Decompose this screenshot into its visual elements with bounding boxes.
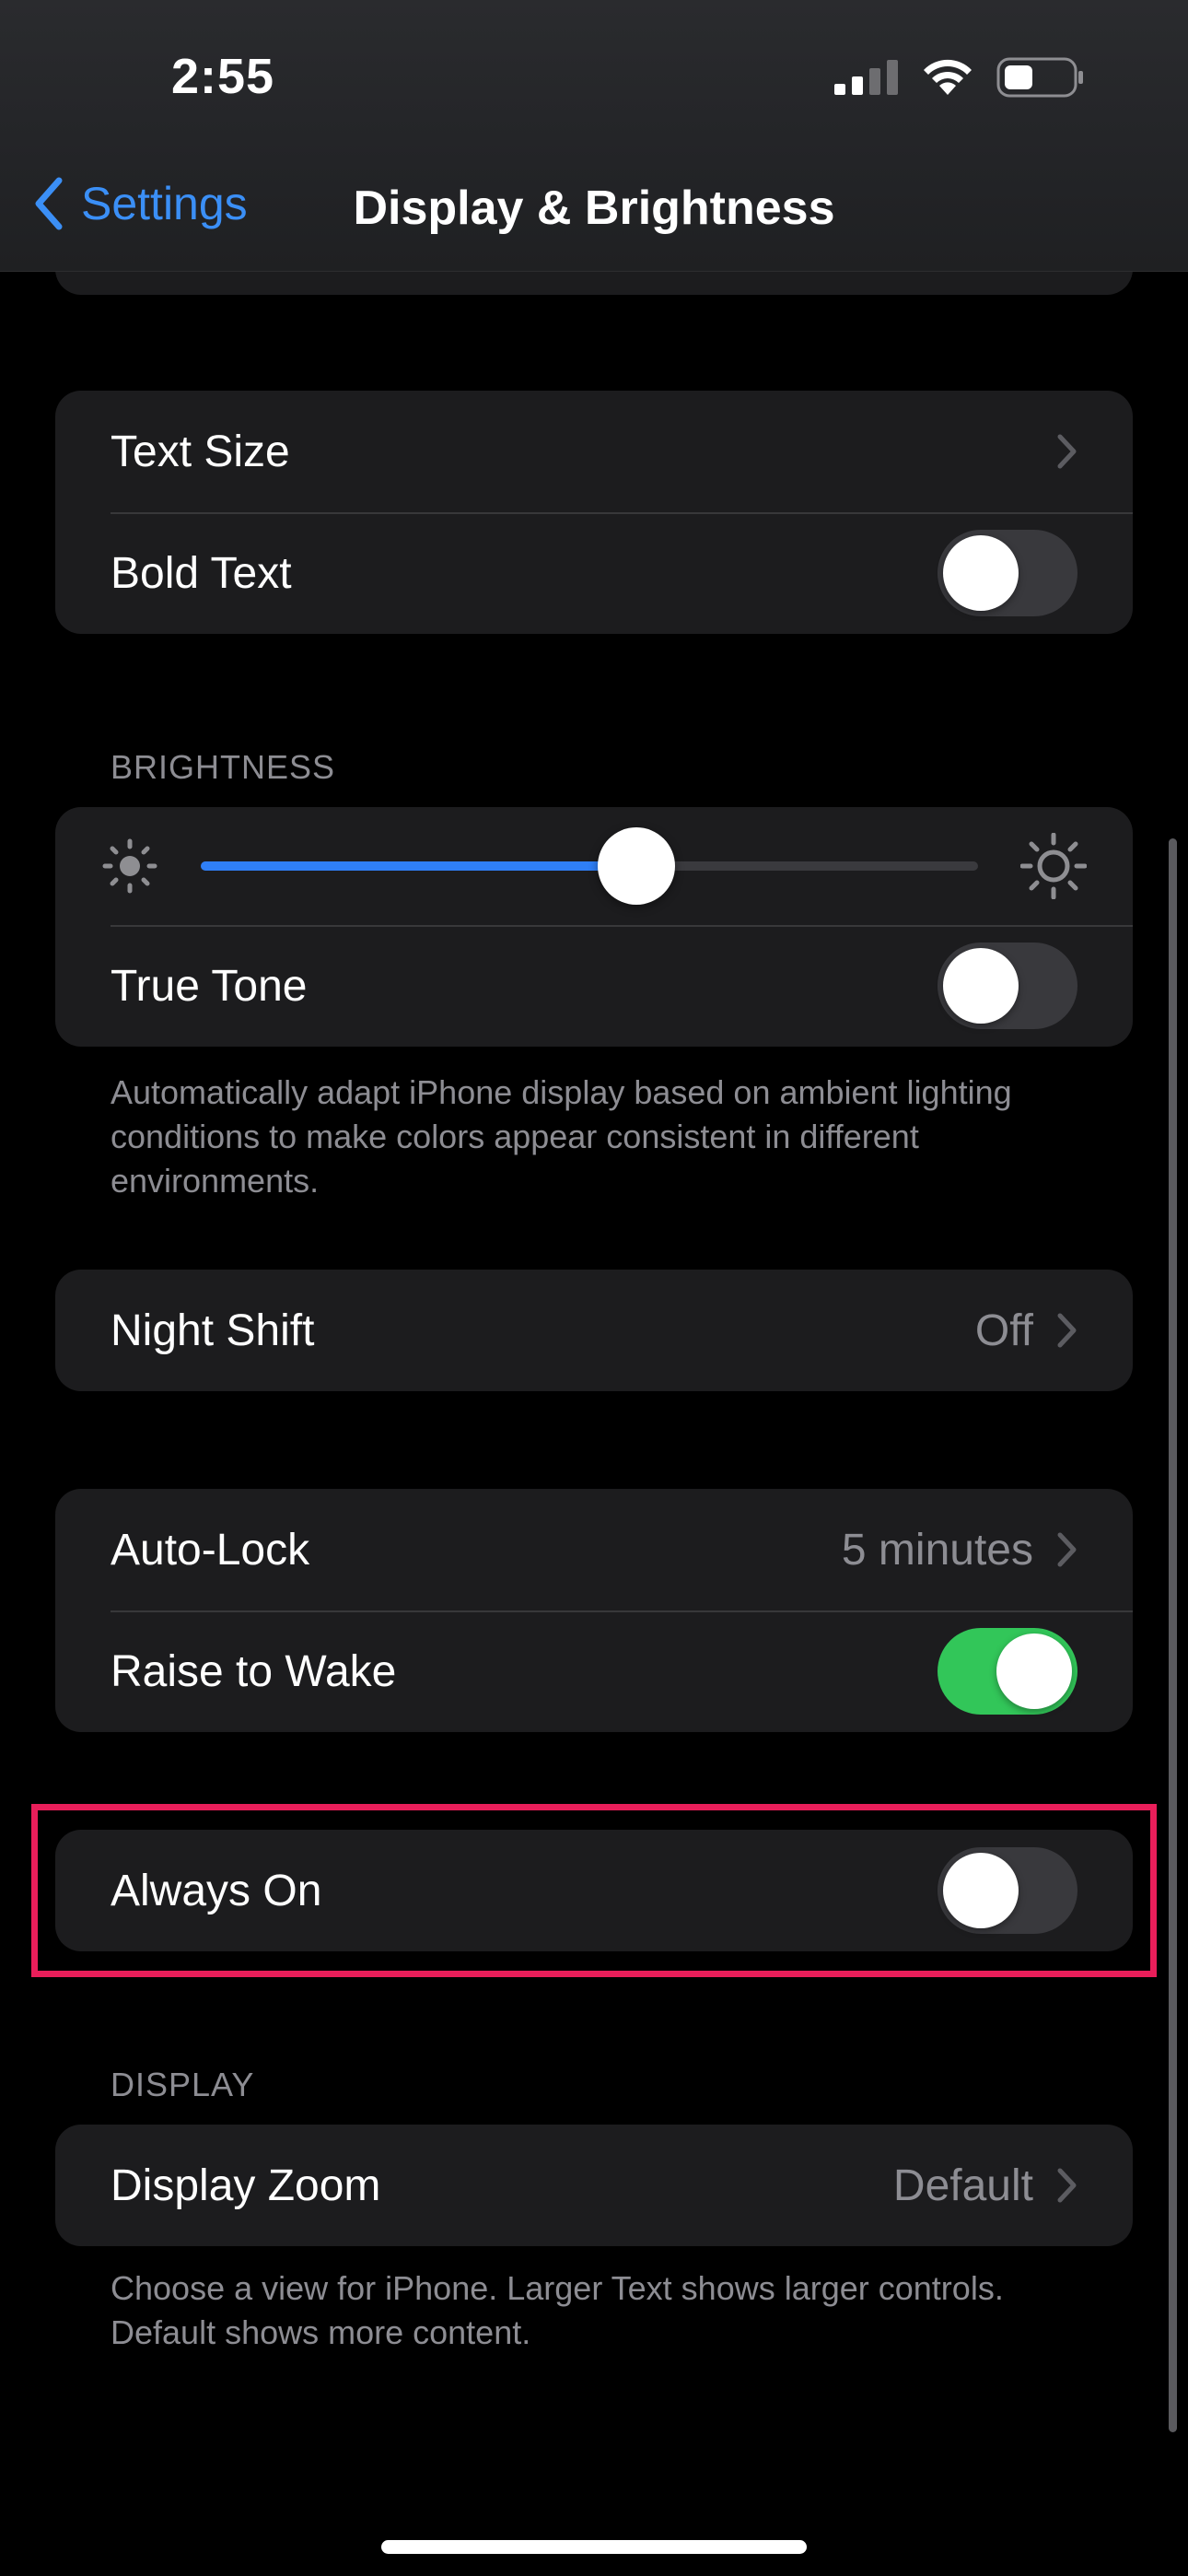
chevron-right-icon (1057, 1532, 1077, 1567)
true-tone-toggle[interactable] (938, 943, 1077, 1029)
brightness-group: True Tone (55, 807, 1133, 1047)
brightness-slider-row (55, 807, 1133, 925)
chevron-right-icon (1057, 434, 1077, 469)
text-size-row[interactable]: Text Size (55, 391, 1133, 512)
sun-small-icon (102, 838, 157, 894)
bold-text-toggle[interactable] (938, 530, 1077, 616)
true-tone-row: True Tone (55, 925, 1133, 1047)
status-time: 2:55 (171, 49, 275, 104)
always-on-toggle[interactable] (938, 1847, 1077, 1934)
night-shift-row[interactable]: Night Shift Off (55, 1270, 1133, 1391)
brightness-slider-fill (201, 861, 636, 871)
auto-lock-label: Auto-Lock (111, 1525, 310, 1575)
raise-to-wake-row: Raise to Wake (55, 1610, 1133, 1732)
true-tone-footnote: Automatically adapt iPhone display based… (111, 1073, 1012, 1200)
brightness-slider[interactable] (201, 827, 978, 905)
chevron-right-icon (1057, 2168, 1077, 2203)
display-zoom-row[interactable]: Display Zoom Default (55, 2125, 1133, 2246)
brightness-slider-thumb[interactable] (597, 827, 675, 905)
toggle-knob (943, 1853, 1019, 1928)
scrollbar[interactable] (1169, 838, 1177, 2432)
status-icons (834, 57, 1085, 98)
bold-text-row: Bold Text (55, 512, 1133, 634)
display-section-header: DISPLAY (111, 2066, 255, 2103)
night-shift-label: Night Shift (111, 1306, 315, 1355)
display-zoom-value: Default (892, 2160, 1033, 2210)
chevron-right-icon (1057, 1313, 1077, 1348)
always-on-row: Always On (55, 1830, 1133, 1951)
toggle-knob (943, 948, 1019, 1024)
display-zoom-label: Display Zoom (111, 2160, 381, 2210)
home-indicator[interactable] (381, 2540, 807, 2554)
navigation-header: 2:55 Settings Display & Brightness (0, 0, 1188, 272)
auto-lock-value: 5 minutes (841, 1525, 1033, 1575)
night-shift-value: Off (974, 1306, 1033, 1355)
display-zoom-footnote: Choose a view for iPhone. Larger Text sh… (111, 2269, 1004, 2351)
text-size-label: Text Size (111, 427, 290, 476)
toggle-knob (943, 535, 1019, 611)
toggle-knob (996, 1633, 1072, 1709)
true-tone-label: True Tone (111, 961, 308, 1011)
auto-lock-row[interactable]: Auto-Lock 5 minutes (55, 1489, 1133, 1610)
raise-to-wake-label: Raise to Wake (111, 1646, 397, 1696)
night-shift-group: Night Shift Off (55, 1270, 1133, 1391)
raise-to-wake-toggle[interactable] (938, 1628, 1077, 1715)
bold-text-label: Bold Text (111, 548, 292, 598)
always-on-group: Always On (55, 1830, 1133, 1951)
lock-settings-group: Auto-Lock 5 minutes Raise to Wake (55, 1489, 1133, 1732)
page-title: Display & Brightness (353, 181, 835, 235)
sun-large-icon (1020, 833, 1087, 899)
battery-icon (996, 57, 1083, 98)
cellular-signal-icon (834, 60, 898, 95)
display-group: Display Zoom Default (55, 2125, 1133, 2246)
wifi-icon (924, 59, 972, 95)
text-settings-group: Text Size Bold Text (55, 391, 1133, 634)
brightness-section-header: BRIGHTNESS (111, 748, 336, 786)
always-on-label: Always On (111, 1866, 322, 1915)
